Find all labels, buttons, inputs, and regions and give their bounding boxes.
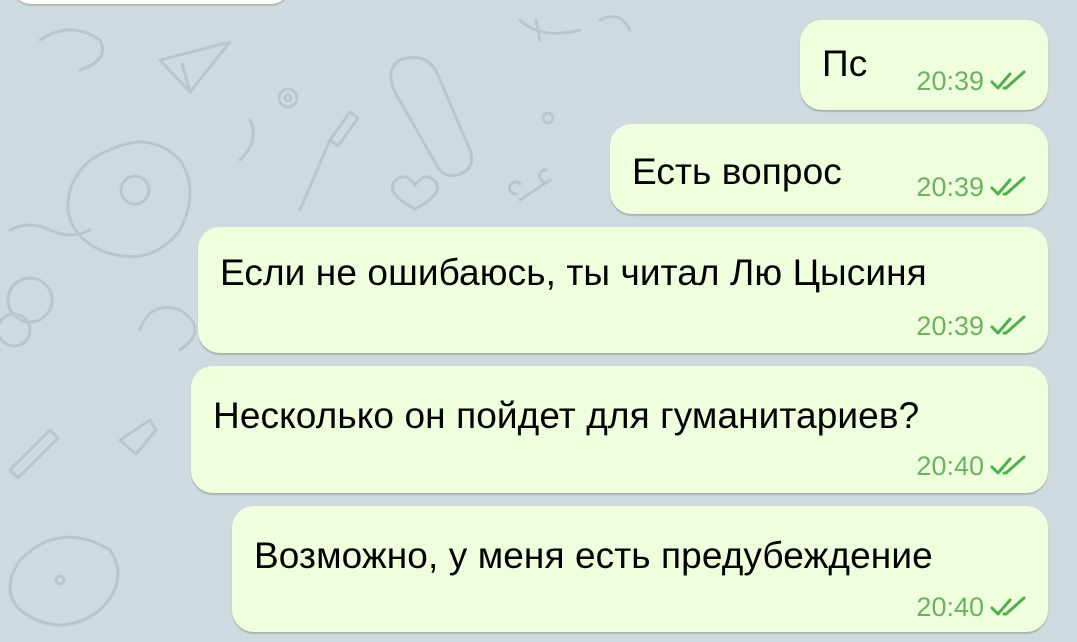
message-meta: 20:39	[916, 66, 1028, 96]
message-text: Несколько он пойдет для гуманитариев?	[213, 395, 920, 436]
chat-message-list[interactable]: Пс 20:39 Есть вопрос 20:39 Если не ошиба…	[0, 0, 1077, 642]
message-time: 20:39	[916, 311, 984, 341]
message-text: Если не ошибаюсь, ты читал Лю Цысиня	[220, 252, 927, 293]
read-double-check-icon	[990, 315, 1026, 335]
message-text: Пс	[822, 43, 868, 84]
read-double-check-icon	[990, 596, 1026, 616]
message-text: Есть вопрос	[632, 151, 842, 192]
outgoing-message[interactable]: Есть вопрос 20:39	[610, 124, 1048, 214]
message-time: 20:40	[916, 592, 984, 622]
read-double-check-icon	[990, 455, 1026, 475]
read-double-check-icon	[990, 70, 1026, 90]
message-meta: 20:40	[916, 592, 1028, 622]
message-time: 20:39	[916, 172, 984, 202]
outgoing-message[interactable]: Возможно, у меня есть предубеждение 20:4…	[232, 506, 1048, 632]
outgoing-message[interactable]: Пс 20:39	[800, 20, 1048, 110]
message-meta: 20:39	[916, 311, 1028, 341]
outgoing-message[interactable]: Несколько он пойдет для гуманитариев? 20…	[191, 366, 1048, 493]
message-text: Возможно, у меня есть предубеждение	[254, 535, 933, 576]
outgoing-message[interactable]: Если не ошибаюсь, ты читал Лю Цысиня 20:…	[198, 227, 1048, 353]
message-meta: 20:39	[916, 172, 1028, 202]
message-time: 20:39	[916, 66, 984, 96]
previous-incoming-bubble	[10, 0, 292, 4]
message-meta: 20:40	[916, 451, 1028, 481]
read-double-check-icon	[990, 176, 1026, 196]
message-time: 20:40	[916, 451, 984, 481]
